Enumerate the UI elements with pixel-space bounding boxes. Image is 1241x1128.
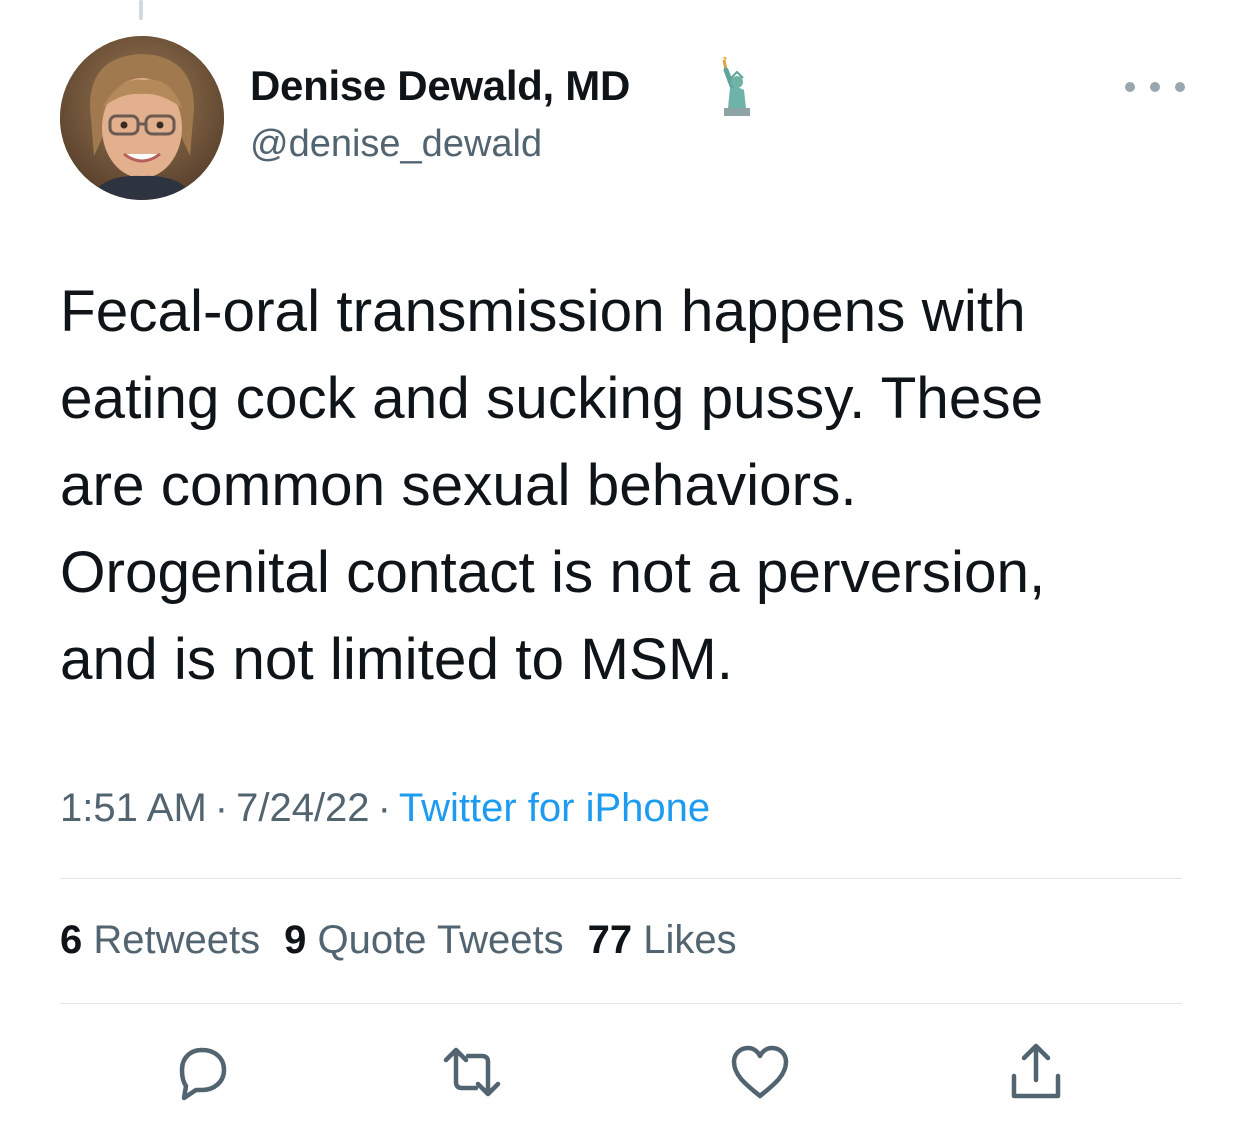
statue-of-liberty-icon: [710, 56, 762, 118]
tweet-time[interactable]: 1:51 AM: [60, 786, 207, 830]
tweet-date[interactable]: 7/24/22: [236, 786, 369, 830]
tweet-source-link[interactable]: Twitter for iPhone: [399, 786, 710, 830]
tweet-text-line: and is not limited to MSM.: [60, 627, 734, 692]
quote-tweets-count: 9: [284, 918, 307, 962]
more-dot-icon: [1175, 82, 1185, 92]
reply-button[interactable]: [170, 1040, 234, 1104]
share-button[interactable]: [1004, 1040, 1068, 1104]
like-icon: [731, 1045, 789, 1099]
tweet-text: Fecal-oral transmission happens with eat…: [60, 268, 1220, 703]
tweet-text-line: are common sexual behaviors.: [60, 453, 857, 518]
more-dot-icon: [1150, 82, 1160, 92]
tweet-text-line: Orogenital contact is not a perversion,: [60, 540, 1046, 605]
divider: [60, 1003, 1182, 1004]
like-button[interactable]: [728, 1040, 792, 1104]
author-handle[interactable]: @denise_dewald: [250, 123, 542, 166]
tweet-stats: 6 Retweets 9 Quote Tweets 77 Likes: [60, 918, 761, 963]
avatar[interactable]: [60, 36, 224, 200]
divider: [60, 878, 1182, 879]
quote-tweets-label: Quote Tweets: [317, 918, 564, 962]
retweet-button[interactable]: [440, 1040, 504, 1104]
more-options-button[interactable]: [1125, 70, 1185, 104]
retweet-icon: [443, 1047, 501, 1097]
tweet-text-line: Fecal-oral transmission happens with: [60, 279, 1026, 344]
meta-separator: ·: [214, 786, 229, 830]
tweet-text-line: eating cock and sucking pussy. These: [60, 366, 1044, 431]
likes-stat[interactable]: 77 Likes: [588, 918, 737, 962]
retweets-label: Retweets: [93, 918, 261, 962]
retweets-stat[interactable]: 6 Retweets: [60, 918, 260, 962]
retweets-count: 6: [60, 918, 83, 962]
reply-icon: [179, 1047, 227, 1101]
likes-count: 77: [587, 918, 633, 962]
quote-tweets-stat[interactable]: 9 Quote Tweets: [284, 918, 563, 962]
share-icon: [1011, 1043, 1061, 1099]
likes-label: Likes: [643, 918, 737, 962]
meta-separator: ·: [377, 786, 391, 830]
more-dot-icon: [1125, 82, 1135, 92]
author-display-name[interactable]: Denise Dewald, MD: [250, 62, 630, 110]
tweet-metadata: 1:51 AM · 7/24/22 · Twitter for iPhone: [60, 786, 710, 831]
thread-connector-line: [139, 0, 143, 20]
avatar-photo: [60, 36, 224, 200]
